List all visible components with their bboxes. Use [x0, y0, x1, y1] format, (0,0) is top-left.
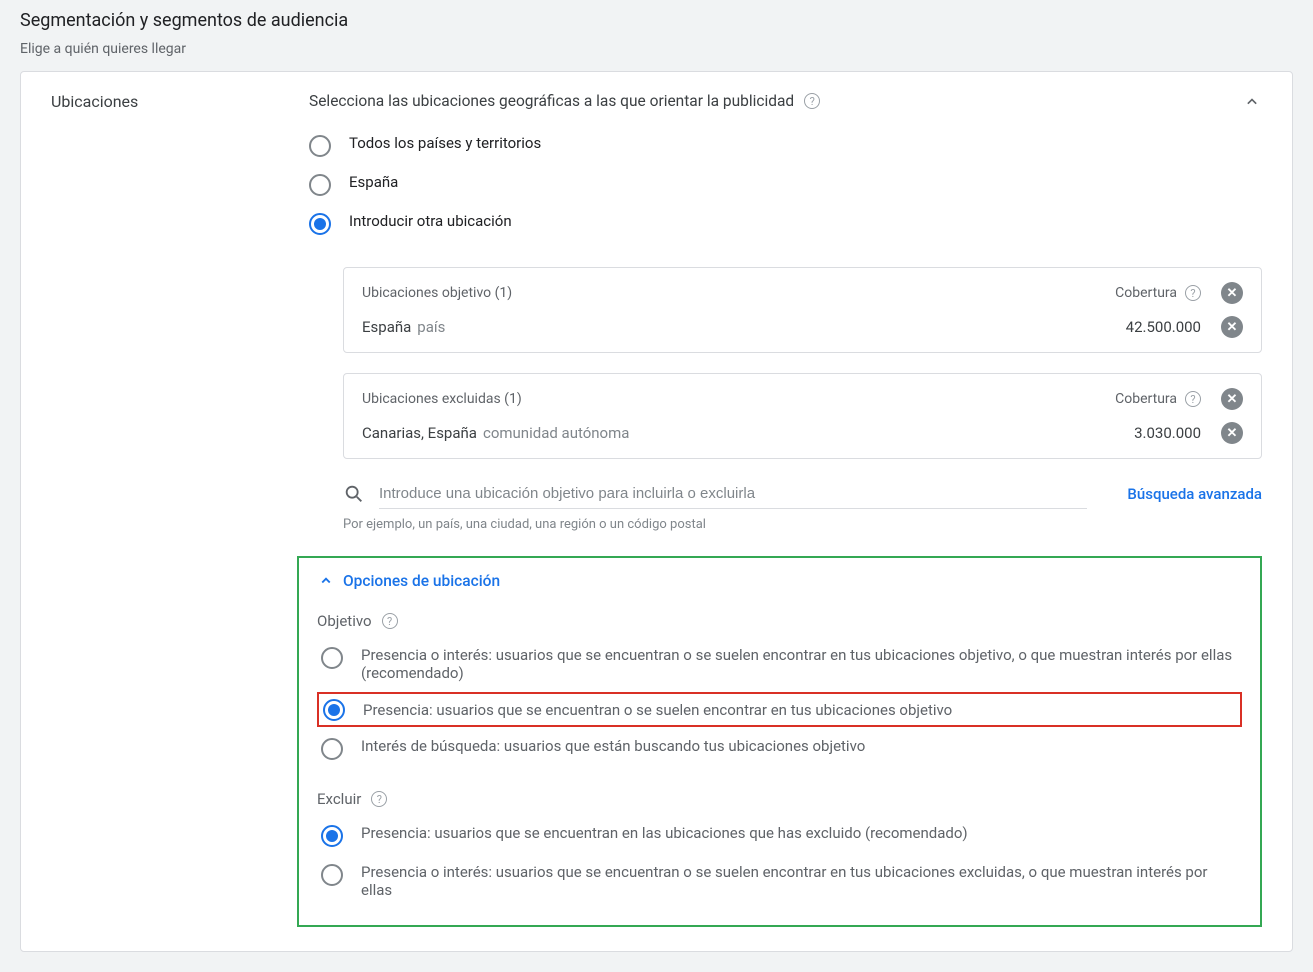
radio-label: Interés de búsqueda: usuarios que están … [361, 737, 865, 755]
radio-label: Presencia o interés: usuarios que se enc… [361, 863, 1238, 899]
target-radio-presence[interactable]: Presencia: usuarios que se encuentran o … [317, 692, 1242, 727]
radio-indicator [309, 135, 331, 157]
radio-indicator [321, 825, 343, 847]
radio-label: Presencia: usuarios que se encuentran o … [363, 701, 952, 719]
help-icon[interactable]: ? [804, 93, 820, 109]
radio-label: Todos los países y territorios [349, 134, 541, 152]
exclude-sublabel: Excluir [317, 790, 361, 808]
help-icon[interactable]: ? [1185, 391, 1201, 407]
page-title: Segmentación y segmentos de audiencia [20, 10, 1293, 31]
target-locations-box: Ubicaciones objetivo (1) Cobertura ? ✕ E… [343, 267, 1262, 353]
target-box-title: Ubicaciones objetivo (1) [362, 285, 1115, 301]
chevron-up-icon [317, 572, 335, 590]
target-sublabel: Objetivo [317, 612, 372, 630]
location-reach: 3.030.000 [1134, 424, 1201, 442]
radio-indicator [323, 699, 345, 721]
locations-description: Selecciona las ubicaciones geográficas a… [309, 92, 794, 110]
search-example-text: Por ejemplo, un país, una ciudad, una re… [343, 517, 1262, 532]
advanced-search-link[interactable]: Búsqueda avanzada [1127, 485, 1262, 503]
radio-label: España [349, 173, 398, 191]
location-name: España [362, 318, 411, 336]
remove-location-button[interactable]: ✕ [1221, 316, 1243, 338]
radio-label: Introducir otra ubicación [349, 212, 512, 230]
radio-all-countries[interactable]: Todos los países y territorios [309, 126, 1262, 165]
radio-label: Presencia: usuarios que se encuentran en… [361, 824, 968, 842]
remove-all-excluded-button[interactable]: ✕ [1221, 388, 1243, 410]
location-options-toggle[interactable]: Opciones de ubicación [317, 572, 1242, 590]
radio-indicator [309, 174, 331, 196]
coverage-label: Cobertura [1115, 391, 1177, 407]
help-icon[interactable]: ? [382, 613, 398, 629]
target-radio-presence-interest[interactable]: Presencia o interés: usuarios que se enc… [317, 638, 1242, 690]
radio-indicator [321, 647, 343, 669]
remove-all-target-button[interactable]: ✕ [1221, 282, 1243, 304]
radio-label: Presencia o interés: usuarios que se enc… [361, 646, 1238, 682]
chevron-up-icon [1242, 92, 1262, 112]
excluded-location-row: Canarias, España comunidad autónoma 3.03… [362, 422, 1243, 444]
location-reach: 42.500.000 [1126, 318, 1201, 336]
help-icon[interactable]: ? [1185, 285, 1201, 301]
target-radio-search-interest[interactable]: Interés de búsqueda: usuarios que están … [317, 729, 1242, 768]
location-options-label: Opciones de ubicación [343, 572, 500, 590]
location-search-row: Búsqueda avanzada [343, 479, 1262, 509]
locations-card: Ubicaciones Selecciona las ubicaciones g… [20, 71, 1293, 952]
exclude-radio-presence[interactable]: Presencia: usuarios que se encuentran en… [317, 816, 1242, 855]
radio-indicator [321, 738, 343, 760]
radio-indicator [309, 213, 331, 235]
location-type: país [417, 318, 1125, 336]
radio-indicator [321, 864, 343, 886]
page-header: Segmentación y segmentos de audiencia El… [0, 0, 1313, 71]
section-title-ubicaciones: Ubicaciones [51, 92, 309, 111]
location-search-input[interactable] [379, 479, 1087, 509]
target-location-row: España país 42.500.000 ✕ [362, 316, 1243, 338]
excluded-locations-box: Ubicaciones excluidas (1) Cobertura ? ✕ … [343, 373, 1262, 459]
page-subtitle: Elige a quién quieres llegar [20, 41, 1293, 57]
help-icon[interactable]: ? [371, 791, 387, 807]
search-icon [343, 483, 365, 505]
location-name: Canarias, España [362, 424, 477, 442]
remove-location-button[interactable]: ✕ [1221, 422, 1243, 444]
location-type: comunidad autónoma [483, 424, 1134, 442]
exclude-radio-presence-interest[interactable]: Presencia o interés: usuarios que se enc… [317, 855, 1242, 907]
collapse-toggle[interactable] [1242, 92, 1262, 112]
coverage-label: Cobertura [1115, 285, 1177, 301]
excluded-box-title: Ubicaciones excluidas (1) [362, 391, 1115, 407]
radio-spain[interactable]: España [309, 165, 1262, 204]
radio-other-location[interactable]: Introducir otra ubicación [309, 204, 1262, 243]
location-scope-radios: Todos los países y territorios España In… [309, 126, 1262, 243]
location-options-panel: Opciones de ubicación Objetivo ? Presenc… [297, 556, 1262, 927]
